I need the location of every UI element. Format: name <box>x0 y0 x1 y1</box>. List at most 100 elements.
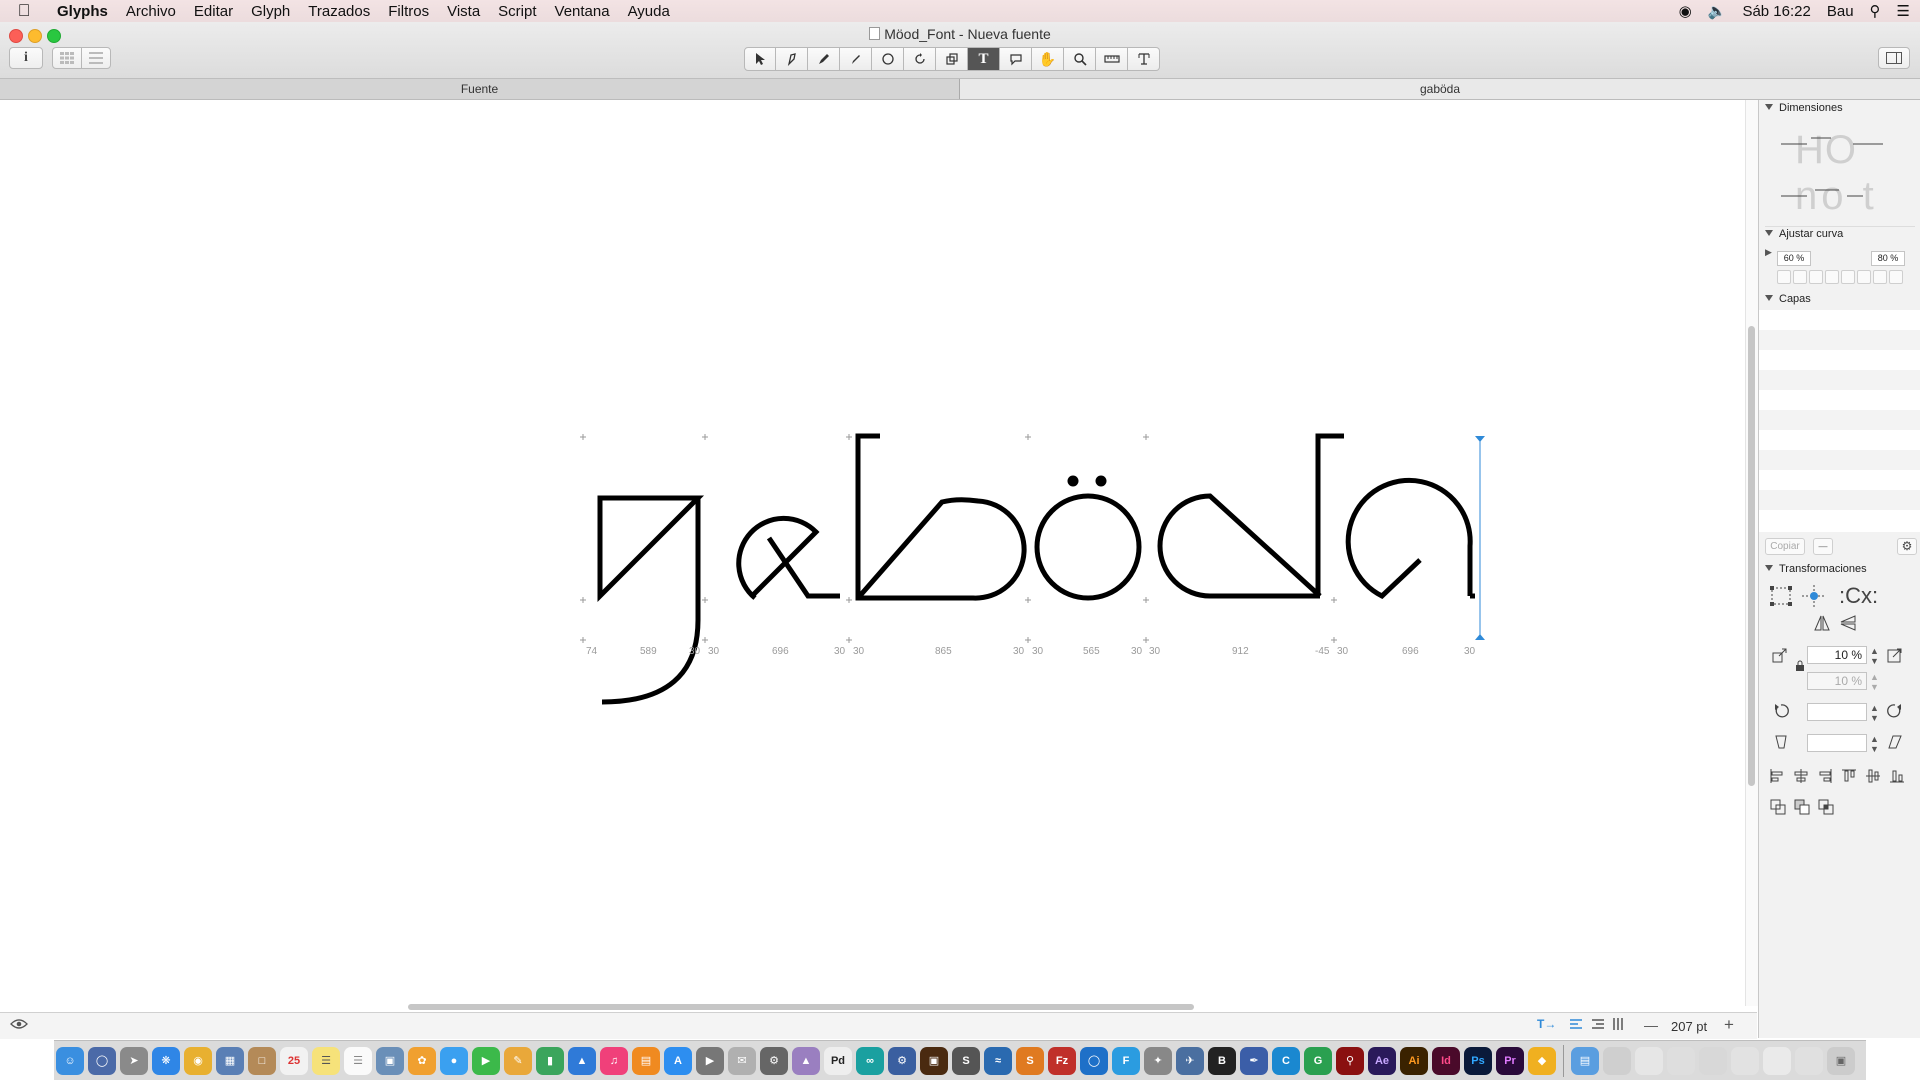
select-tool-button[interactable] <box>744 47 776 71</box>
dock-window-thumb[interactable] <box>1667 1046 1695 1075</box>
layer-row[interactable] <box>1759 490 1920 510</box>
volume-icon[interactable]: 🔈 <box>1708 2 1727 20</box>
dock-finder-icon[interactable]: ☺ <box>56 1046 84 1075</box>
menu-ayuda[interactable]: Ayuda <box>619 3 679 20</box>
dock-system-preferences-icon[interactable]: ⚙ <box>760 1046 788 1075</box>
dock-c-app-icon[interactable]: C <box>1272 1046 1300 1075</box>
curve-preset-button[interactable] <box>1809 270 1823 284</box>
annotation-tool-button[interactable] <box>1000 47 1032 71</box>
layer-row[interactable] <box>1759 330 1920 350</box>
dock-premiere-icon[interactable]: Pr <box>1496 1046 1524 1075</box>
dock-folder-icon[interactable]: ▤ <box>1571 1046 1599 1075</box>
scale-down-icon[interactable] <box>1771 646 1789 664</box>
text-metrics-tool-button[interactable] <box>1128 47 1160 71</box>
layer-row[interactable] <box>1759 470 1920 490</box>
primitives-tool-button[interactable] <box>872 47 904 71</box>
sidebar-toggle-button[interactable] <box>1878 47 1910 69</box>
dock-sublime-icon[interactable]: S <box>1016 1046 1044 1075</box>
dock-gear-app-icon[interactable]: ⚙ <box>888 1046 916 1075</box>
align-center-h-icon[interactable] <box>1793 768 1809 784</box>
pencil-tool-button[interactable] <box>840 47 872 71</box>
layer-row[interactable] <box>1759 450 1920 470</box>
dock-window-thumb[interactable] <box>1635 1046 1663 1075</box>
dock-window-thumb[interactable] <box>1731 1046 1759 1075</box>
zoom-level[interactable]: 207 pt <box>1671 1019 1707 1034</box>
scale-up-icon[interactable] <box>1886 646 1904 664</box>
tab-font[interactable]: Fuente <box>0 79 960 99</box>
dock-feather-icon[interactable]: ✒ <box>1240 1046 1268 1075</box>
slant-right-icon[interactable] <box>1887 734 1903 750</box>
scale-tool-button[interactable] <box>936 47 968 71</box>
dock-numbers-icon[interactable]: ▮ <box>536 1046 564 1075</box>
scale-field-vertical[interactable]: 10 % <box>1807 672 1867 690</box>
dock-window-thumb[interactable] <box>1763 1046 1791 1075</box>
dock-photo-booth-icon[interactable]: ▣ <box>376 1046 404 1075</box>
dock-wave-icon[interactable]: ≈ <box>984 1046 1012 1075</box>
vertical-text-icon[interactable] <box>1612 1017 1624 1033</box>
tab-glyph-edit[interactable]: gaböda <box>960 79 1920 99</box>
curve-min-field[interactable]: 60 % <box>1777 251 1811 266</box>
curve-preset-button[interactable] <box>1857 270 1871 284</box>
dock-preview-icon[interactable]: ▦ <box>216 1046 244 1075</box>
rotate-stepper-icon[interactable]: ▲ ▼ <box>1870 703 1879 723</box>
horizontal-scroll-thumb[interactable] <box>408 1004 1194 1010</box>
spotlight-icon[interactable]: ⚲ <box>1870 2 1881 20</box>
dock-window-thumb[interactable] <box>1603 1046 1631 1075</box>
dock-photos-icon[interactable]: ✿ <box>408 1046 436 1075</box>
dock-photoshop-icon[interactable]: Ps <box>1464 1046 1492 1075</box>
flip-horizontal-icon[interactable] <box>1813 614 1831 632</box>
align-left-edge-icon[interactable] <box>1769 768 1785 784</box>
copy-layer-button[interactable]: Copiar <box>1765 538 1805 555</box>
curve-expand-icon[interactable]: ▶ <box>1765 247 1772 258</box>
menu-vista[interactable]: Vista <box>438 3 489 20</box>
dock-airplane-icon[interactable]: ✈ <box>1176 1046 1204 1075</box>
curve-section-header[interactable]: Ajustar curva <box>1765 228 1843 240</box>
scale-stepper-icon[interactable]: ▲ ▼ <box>1870 646 1879 666</box>
lock-icon[interactable] <box>1795 660 1805 672</box>
flip-vertical-icon[interactable] <box>1839 614 1857 632</box>
menu-archivo[interactable]: Archivo <box>117 3 185 20</box>
notification-center-icon[interactable]: ☰ <box>1897 2 1910 20</box>
align-bottom-edge-icon[interactable] <box>1889 768 1905 784</box>
zoom-in-button[interactable]: + <box>1724 1015 1734 1035</box>
dock-arduino-icon[interactable]: ∞ <box>856 1046 884 1075</box>
curve-preset-button[interactable] <box>1825 270 1839 284</box>
dock-launchpad-icon[interactable]: ➤ <box>120 1046 148 1075</box>
edit-canvas[interactable]: 74 589 30 30 696 30 30 865 30 30 565 30 … <box>0 100 1744 1006</box>
dock-s-app-icon[interactable]: S <box>952 1046 980 1075</box>
dock-contacts-icon[interactable]: □ <box>248 1046 276 1075</box>
dock-pages-icon[interactable]: ✎ <box>504 1046 532 1075</box>
vertical-scrollbar[interactable] <box>1745 100 1758 1006</box>
rotate-field[interactable] <box>1807 703 1867 721</box>
grid-view-button[interactable] <box>52 47 82 69</box>
layers-list[interactable] <box>1759 310 1920 532</box>
vertical-scroll-thumb[interactable] <box>1748 326 1755 786</box>
zoom-out-button[interactable]: — <box>1644 1017 1658 1033</box>
dock-window-thumb[interactable] <box>1795 1046 1823 1075</box>
layer-options-gear-icon[interactable]: ⚙ <box>1897 538 1917 555</box>
dock-illustrator-icon[interactable]: Ai <box>1400 1046 1428 1075</box>
align-center-v-icon[interactable] <box>1865 768 1881 784</box>
dock-sketch-icon[interactable]: ◆ <box>1528 1046 1556 1075</box>
draw-tool-button[interactable] <box>808 47 840 71</box>
dock-reminders-icon[interactable]: ☰ <box>344 1046 372 1075</box>
dock-notes-icon[interactable]: ☰ <box>312 1046 340 1075</box>
dock-cyberduck-icon[interactable]: ◯ <box>1080 1046 1108 1075</box>
curve-preset-button[interactable] <box>1889 270 1903 284</box>
layer-row[interactable] <box>1759 510 1920 530</box>
align-right-icon[interactable] <box>1592 1017 1604 1033</box>
rotate-right-icon[interactable] <box>1887 703 1903 719</box>
dock-g-app-icon[interactable]: G <box>1304 1046 1332 1075</box>
layers-section-header[interactable]: Capas <box>1765 293 1811 305</box>
scale-stepper-icon[interactable]: ▲ ▼ <box>1870 672 1879 692</box>
curve-max-field[interactable]: 80 % <box>1871 251 1905 266</box>
subtract-icon[interactable] <box>1793 798 1811 816</box>
align-right-edge-icon[interactable] <box>1817 768 1833 784</box>
transform-origin-cx-icon[interactable]: :Cx: <box>1839 583 1878 609</box>
dock-chrome-icon[interactable]: ◉ <box>184 1046 212 1075</box>
layer-row[interactable] <box>1759 430 1920 450</box>
dock-calendar-icon[interactable]: 25 <box>280 1046 308 1075</box>
dock-messages-icon[interactable]: ● <box>440 1046 468 1075</box>
status-app-icon[interactable]: ◉ <box>1679 2 1692 20</box>
layer-row[interactable] <box>1759 350 1920 370</box>
